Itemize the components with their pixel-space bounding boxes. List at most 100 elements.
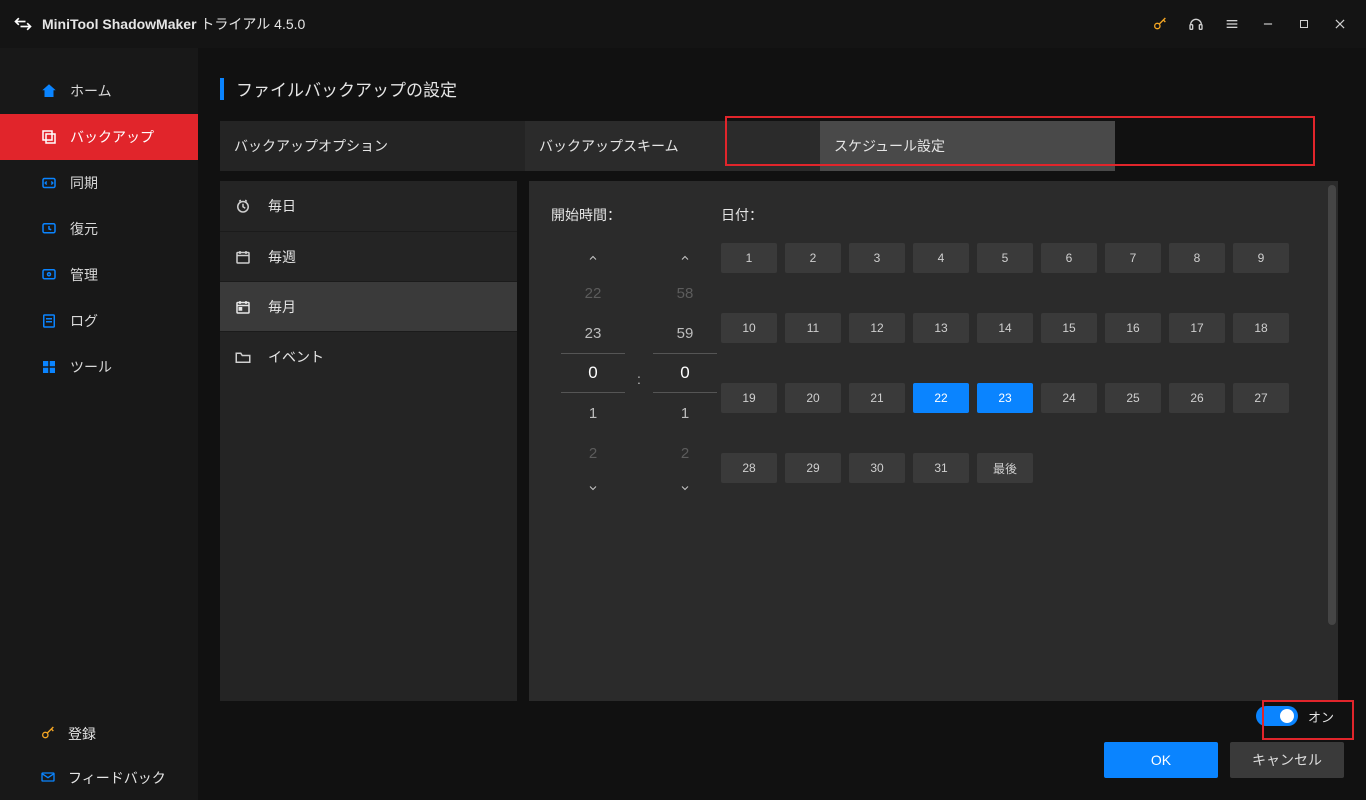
calendar-week-icon <box>234 248 252 266</box>
sync-icon <box>40 174 58 192</box>
hour-value: 23 <box>561 313 625 353</box>
day-button[interactable]: 4 <box>913 243 969 273</box>
sidebar: ホーム バックアップ 同期 復元 管理 ログ ツール 登録 <box>0 48 198 800</box>
freq-event[interactable]: イベント <box>220 331 517 381</box>
chevron-down-icon[interactable] <box>679 473 691 503</box>
day-button[interactable]: 17 <box>1169 313 1225 343</box>
day-button[interactable]: 19 <box>721 383 777 413</box>
day-button[interactable]: 6 <box>1041 243 1097 273</box>
day-button[interactable]: 9 <box>1233 243 1289 273</box>
day-button[interactable]: 16 <box>1105 313 1161 343</box>
freq-label: 毎月 <box>268 297 296 317</box>
ok-button[interactable]: OK <box>1104 742 1218 778</box>
close-button[interactable] <box>1326 10 1354 38</box>
freq-monthly[interactable]: 毎月 <box>220 281 517 331</box>
schedule-panel: 開始時間： 22 23 0 1 2 : <box>529 181 1338 701</box>
key-icon[interactable] <box>1146 10 1174 38</box>
log-icon <box>40 312 58 330</box>
hour-selected: 0 <box>561 353 625 393</box>
toggle-switch[interactable] <box>1256 706 1298 726</box>
day-button[interactable]: 11 <box>785 313 841 343</box>
sidebar-item-tools[interactable]: ツール <box>0 344 198 390</box>
date-grid: 1234567891011121314151617181920212223242… <box>721 243 1308 483</box>
minute-value: 1 <box>653 393 717 433</box>
hour-value: 22 <box>561 273 625 313</box>
day-button[interactable]: 22 <box>913 383 969 413</box>
tab-schedule-setting[interactable]: スケジュール設定 <box>820 121 1115 171</box>
day-button[interactable]: 15 <box>1041 313 1097 343</box>
calendar-month-icon <box>234 298 252 316</box>
freq-daily[interactable]: 毎日 <box>220 181 517 231</box>
day-button[interactable]: 2 <box>785 243 841 273</box>
day-button[interactable]: 12 <box>849 313 905 343</box>
minute-spinner[interactable]: 58 59 0 1 2 <box>653 243 717 503</box>
tab-backup-options[interactable]: バックアップオプション <box>220 121 525 171</box>
maximize-button[interactable] <box>1290 10 1318 38</box>
day-button[interactable]: 14 <box>977 313 1033 343</box>
sidebar-item-backup[interactable]: バックアップ <box>0 114 198 160</box>
sidebar-item-restore[interactable]: 復元 <box>0 206 198 252</box>
home-icon <box>40 82 58 100</box>
start-time-label: 開始時間： <box>551 205 721 225</box>
restore-icon <box>40 220 58 238</box>
freq-label: 毎週 <box>268 247 296 267</box>
freq-label: 毎日 <box>268 196 296 216</box>
cancel-button[interactable]: キャンセル <box>1230 742 1344 778</box>
footer-actions: OK キャンセル <box>1104 742 1344 778</box>
sidebar-item-label: 復元 <box>70 219 98 239</box>
sidebar-item-manage[interactable]: 管理 <box>0 252 198 298</box>
minimize-button[interactable] <box>1254 10 1282 38</box>
day-button[interactable]: 23 <box>977 383 1033 413</box>
day-button[interactable]: 7 <box>1105 243 1161 273</box>
sidebar-item-home[interactable]: ホーム <box>0 68 198 114</box>
tools-icon <box>40 358 58 376</box>
app-title: MiniTool ShadowMaker トライアル 4.5.0 <box>42 14 305 34</box>
day-button[interactable]: 8 <box>1169 243 1225 273</box>
day-button[interactable]: 27 <box>1233 383 1289 413</box>
frequency-list: 毎日 毎週 毎月 イベント <box>220 181 517 701</box>
tab-backup-scheme[interactable]: バックアップスキーム <box>525 121 820 171</box>
day-button[interactable]: 21 <box>849 383 905 413</box>
day-button[interactable]: 24 <box>1041 383 1097 413</box>
headset-icon[interactable] <box>1182 10 1210 38</box>
chevron-up-icon[interactable] <box>587 243 599 273</box>
chevron-down-icon[interactable] <box>587 473 599 503</box>
sidebar-item-label: 登録 <box>68 724 96 744</box>
day-button[interactable]: 18 <box>1233 313 1289 343</box>
day-button[interactable]: 1 <box>721 243 777 273</box>
sidebar-register[interactable]: 登録 <box>0 712 198 756</box>
hour-value: 1 <box>561 393 625 433</box>
hour-spinner[interactable]: 22 23 0 1 2 <box>561 243 625 503</box>
day-button[interactable]: 26 <box>1169 383 1225 413</box>
minute-value: 2 <box>653 433 717 473</box>
sidebar-item-log[interactable]: ログ <box>0 298 198 344</box>
tab-label: バックアップオプション <box>234 136 388 156</box>
time-colon: : <box>625 243 653 387</box>
tab-label: バックアップスキーム <box>539 136 679 156</box>
day-button[interactable]: 31 <box>913 453 969 483</box>
menu-icon[interactable] <box>1218 10 1246 38</box>
day-button[interactable]: 28 <box>721 453 777 483</box>
title-bar: MiniTool ShadowMaker トライアル 4.5.0 <box>0 0 1366 48</box>
day-button[interactable]: 20 <box>785 383 841 413</box>
scrollbar[interactable] <box>1328 185 1336 625</box>
day-button[interactable]: 29 <box>785 453 841 483</box>
day-button[interactable]: 3 <box>849 243 905 273</box>
tab-label: スケジュール設定 <box>834 136 945 156</box>
day-button[interactable]: 25 <box>1105 383 1161 413</box>
day-button[interactable]: 5 <box>977 243 1033 273</box>
sidebar-feedback[interactable]: フィードバック <box>0 756 198 800</box>
day-button[interactable]: 30 <box>849 453 905 483</box>
minute-value: 59 <box>653 313 717 353</box>
day-button[interactable]: 13 <box>913 313 969 343</box>
day-last-button[interactable]: 最後 <box>977 453 1033 483</box>
sidebar-item-label: ホーム <box>70 81 112 101</box>
day-button[interactable]: 10 <box>721 313 777 343</box>
schedule-toggle[interactable]: オン <box>1246 700 1344 732</box>
sidebar-item-label: ツール <box>70 357 112 377</box>
minute-selected: 0 <box>653 353 717 393</box>
chevron-up-icon[interactable] <box>679 243 691 273</box>
freq-weekly[interactable]: 毎週 <box>220 231 517 281</box>
manage-icon <box>40 266 58 284</box>
sidebar-item-sync[interactable]: 同期 <box>0 160 198 206</box>
